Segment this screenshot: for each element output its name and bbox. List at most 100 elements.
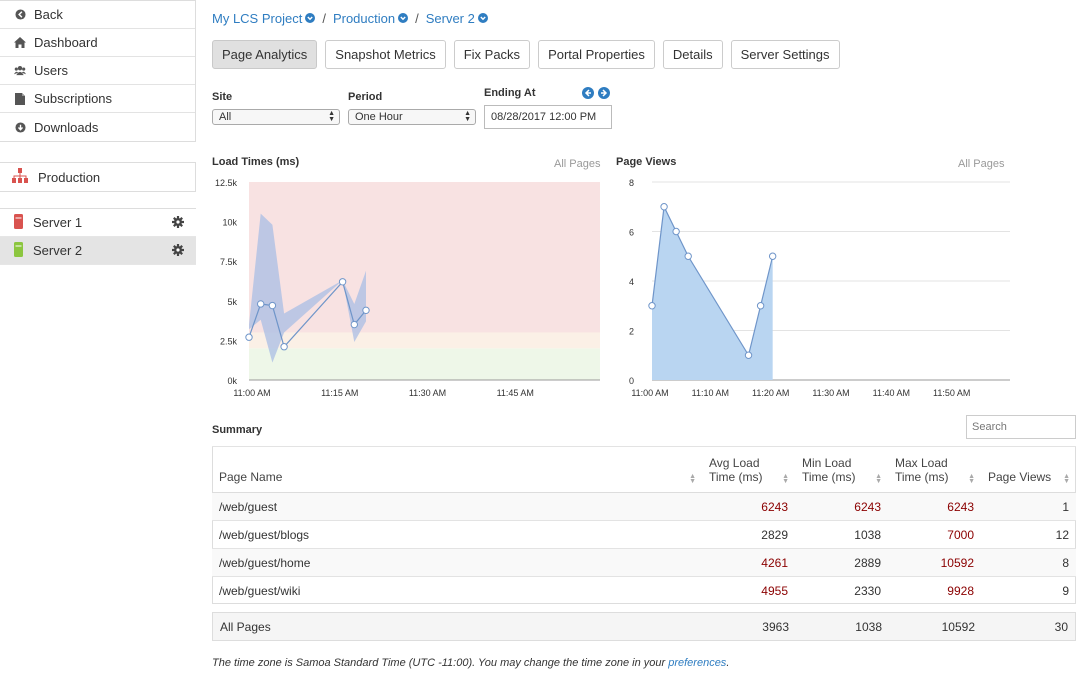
data-point bbox=[768, 252, 777, 260]
sidebar-item-label: Downloads bbox=[34, 119, 99, 135]
tab-page-analytics[interactable]: Page Analytics bbox=[212, 40, 318, 69]
cell-page-views: 9 bbox=[981, 576, 1076, 605]
cell-page-views: 8 bbox=[981, 548, 1076, 577]
server-item-1[interactable]: Server 1 bbox=[0, 209, 196, 237]
breadcrumb-separator: / bbox=[322, 11, 326, 26]
sort-icon: ▲ ▼ bbox=[875, 473, 882, 485]
period-select[interactable]: One Hour ▲ ▼ bbox=[348, 109, 476, 125]
chevron-down-icon bbox=[398, 11, 409, 26]
preferences-link[interactable]: preferences bbox=[668, 657, 726, 669]
site-select[interactable]: All ▲ ▼ bbox=[212, 109, 340, 125]
column-header-label: Avg Load bbox=[709, 456, 760, 470]
breadcrumb-project[interactable]: My LCS Project bbox=[212, 11, 316, 26]
cell-max-load: 7000 bbox=[888, 520, 981, 549]
data-point bbox=[648, 302, 656, 310]
gear-icon[interactable] bbox=[172, 244, 184, 259]
page-views-subtitle: All Pages bbox=[958, 158, 1005, 170]
table-row[interactable]: /web/guest/wiki 4955 2330 9928 9 bbox=[212, 576, 1076, 605]
data-point bbox=[350, 320, 359, 329]
threshold-zone bbox=[249, 332, 600, 349]
environment-selector[interactable]: Production bbox=[0, 162, 196, 192]
gear-icon[interactable] bbox=[172, 216, 184, 231]
summary-title: Summary bbox=[212, 424, 263, 436]
column-header-page-views[interactable]: Page Views ▲ ▼ bbox=[981, 446, 1076, 493]
cell-page-views: 1 bbox=[981, 492, 1076, 521]
breadcrumb-project-label: My LCS Project bbox=[212, 11, 303, 26]
sidebar-item-downloads[interactable]: Downloads bbox=[0, 113, 195, 141]
sidebar-item-users[interactable]: Users bbox=[0, 57, 195, 85]
tab-server-settings[interactable]: Server Settings bbox=[730, 40, 840, 69]
site-label: Site bbox=[212, 91, 233, 103]
home-icon bbox=[14, 37, 26, 48]
table-row[interactable]: /web/guest/blogs 2829 1038 7000 12 bbox=[212, 520, 1076, 549]
cell-min-load: 2330 bbox=[795, 576, 888, 605]
breadcrumb: My LCS Project / Production / Server 2 bbox=[212, 11, 488, 26]
load-times-title: Load Times (ms) bbox=[212, 156, 300, 168]
previous-period-icon[interactable] bbox=[582, 87, 594, 102]
cell-min-load: 2889 bbox=[795, 548, 888, 577]
y-tick-label: 4 bbox=[629, 277, 634, 287]
tab-fix-packs[interactable]: Fix Packs bbox=[453, 40, 531, 69]
data-point bbox=[268, 301, 277, 310]
sort-icon: ▲ ▼ bbox=[689, 473, 696, 485]
period-label: Period bbox=[348, 91, 383, 103]
table-row[interactable]: /web/guest/home 4261 2889 10592 8 bbox=[212, 548, 1076, 577]
breadcrumb-server[interactable]: Server 2 bbox=[426, 11, 488, 26]
site-select-value: All bbox=[219, 111, 232, 123]
y-tick-label: 0k bbox=[227, 376, 237, 386]
cell-page-name: /web/guest bbox=[212, 492, 702, 521]
data-point bbox=[744, 351, 753, 359]
search-input[interactable]: Search bbox=[966, 415, 1076, 439]
cell-avg-load: 2829 bbox=[702, 520, 795, 549]
x-tick-label: 11:00 AM bbox=[233, 388, 270, 398]
column-header-label: Page Name bbox=[219, 470, 283, 484]
x-tick-label: 11:50 AM bbox=[933, 388, 970, 398]
cell-max-load: 10592 bbox=[888, 548, 981, 577]
column-header-page-name[interactable]: Page Name ▲ ▼ bbox=[212, 446, 702, 493]
sidebar: Back Dashboard Users Subscriptions Downl… bbox=[0, 0, 196, 265]
back-arrow-icon bbox=[14, 9, 26, 20]
data-point bbox=[756, 302, 765, 310]
data-point bbox=[245, 333, 253, 341]
sidebar-item-dashboard[interactable]: Dashboard bbox=[0, 29, 195, 57]
breadcrumb-server-label: Server 2 bbox=[425, 11, 475, 26]
server-icon bbox=[14, 213, 23, 232]
ending-at-input[interactable]: 08/28/2017 12:00 PM bbox=[484, 105, 612, 129]
y-tick-label: 12.5k bbox=[215, 178, 238, 188]
download-icon bbox=[14, 121, 26, 133]
data-point bbox=[660, 203, 668, 211]
column-header-label: Time (ms) bbox=[895, 470, 949, 484]
cell-page-views: 12 bbox=[981, 520, 1076, 549]
sidebar-item-back[interactable]: Back bbox=[0, 1, 195, 29]
x-tick-label: 11:30 AM bbox=[812, 388, 849, 398]
x-tick-label: 11:45 AM bbox=[497, 388, 534, 398]
users-icon bbox=[14, 65, 26, 76]
chevron-down-icon bbox=[477, 11, 488, 26]
totals-max-load: 10592 bbox=[941, 619, 975, 634]
environment-label: Production bbox=[38, 169, 101, 185]
column-header-min-load[interactable]: Min Load Time (ms) ▲ ▼ bbox=[795, 446, 888, 493]
breadcrumb-environment[interactable]: Production bbox=[333, 11, 409, 26]
cell-page-name: /web/guest/wiki bbox=[212, 576, 702, 605]
data-point bbox=[338, 278, 347, 286]
totals-avg-load: 3963 bbox=[762, 619, 789, 634]
column-header-max-load[interactable]: Max Load Time (ms) ▲ ▼ bbox=[888, 446, 981, 493]
select-arrows-icon: ▲ ▼ bbox=[464, 110, 471, 123]
table-row[interactable]: /web/guest 6243 6243 6243 1 bbox=[212, 492, 1076, 521]
data-point bbox=[257, 300, 265, 308]
x-tick-label: 11:30 AM bbox=[409, 388, 446, 398]
sidebar-item-label: Subscriptions bbox=[34, 91, 113, 106]
sidebar-item-label: Dashboard bbox=[34, 35, 98, 50]
data-point bbox=[362, 306, 370, 315]
y-tick-label: 2.5k bbox=[220, 336, 238, 346]
period-select-value: One Hour bbox=[355, 111, 403, 123]
table-header-row: Page Name ▲ ▼ Avg Load Time (ms) ▲ ▼ Min L… bbox=[212, 446, 1076, 493]
tab-portal-properties[interactable]: Portal Properties bbox=[538, 40, 655, 69]
tab-details[interactable]: Details bbox=[662, 40, 723, 69]
next-period-icon[interactable] bbox=[598, 87, 610, 102]
server-item-2[interactable]: Server 2 bbox=[0, 237, 196, 265]
column-header-avg-load[interactable]: Avg Load Time (ms) ▲ ▼ bbox=[702, 446, 795, 493]
tab-snapshot-metrics[interactable]: Snapshot Metrics bbox=[325, 40, 446, 69]
cell-min-load: 6243 bbox=[795, 492, 888, 521]
sidebar-item-subscriptions[interactable]: Subscriptions bbox=[0, 85, 195, 113]
